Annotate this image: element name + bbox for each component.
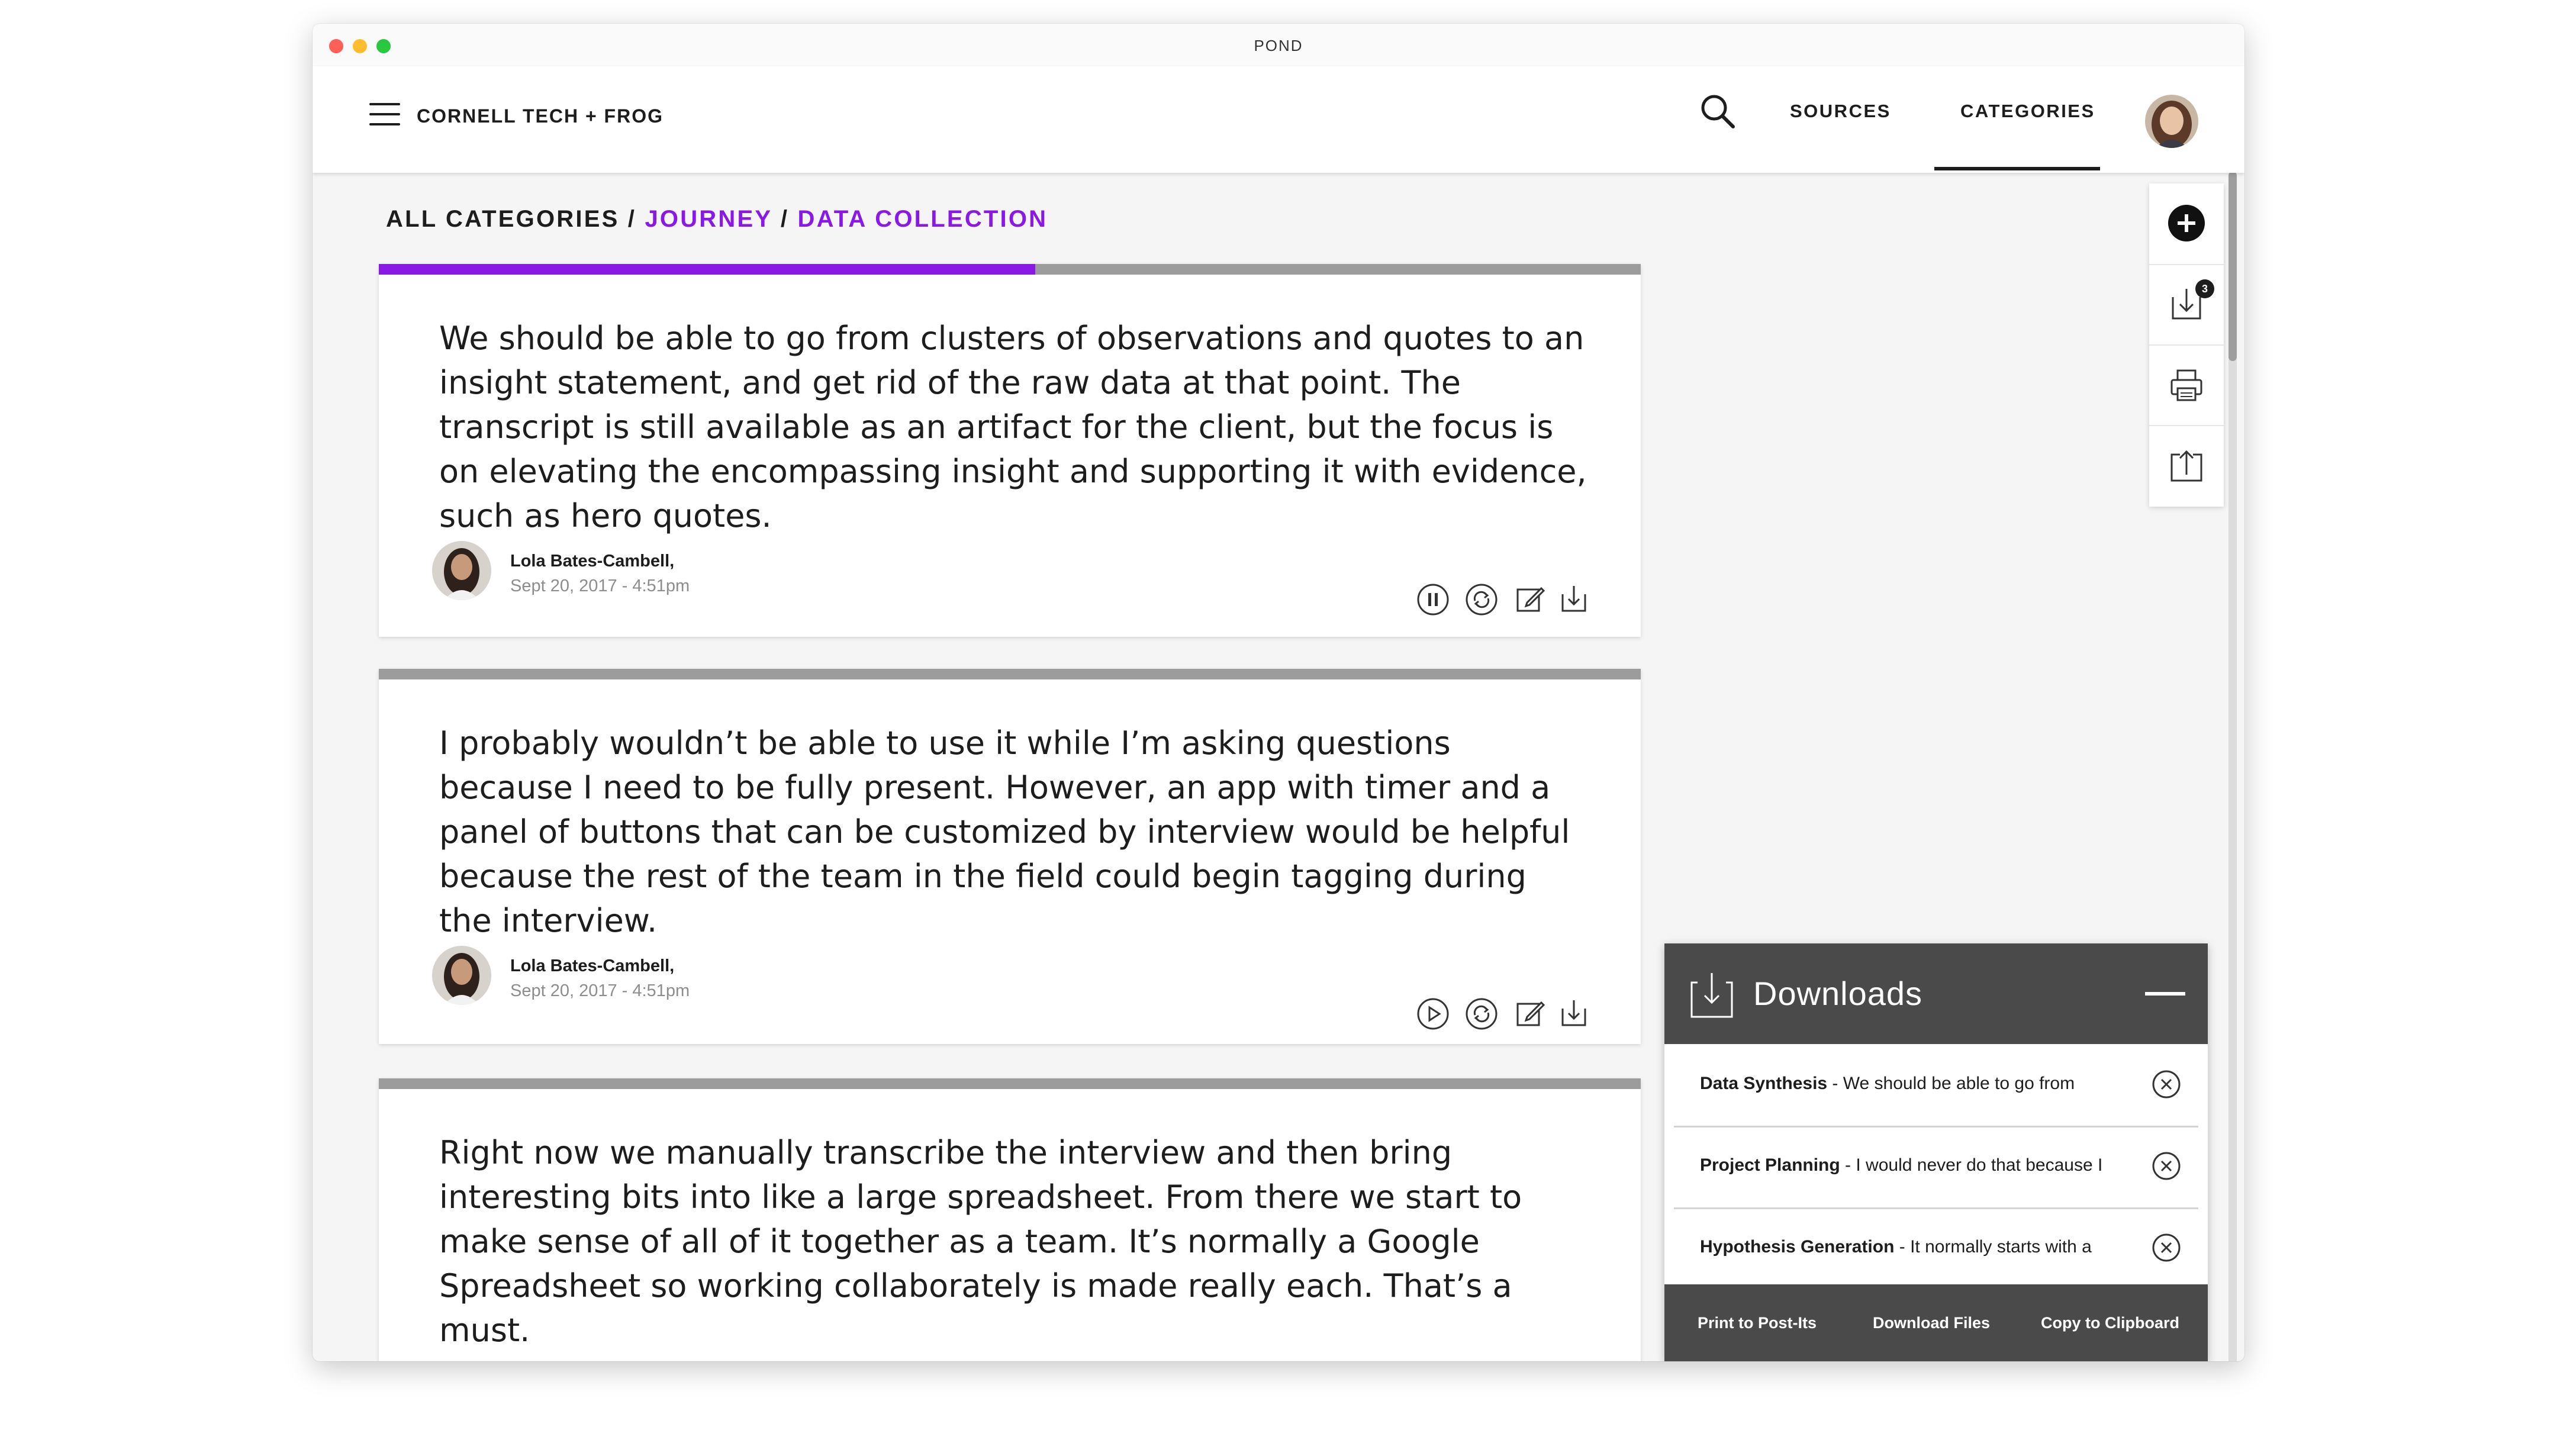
card-progress-track — [379, 1078, 1641, 1089]
download-item-label: Hypothesis Generation - It normally star… — [1700, 1237, 2092, 1257]
action-toolbar: 3 — [2149, 183, 2224, 507]
sync-icon[interactable] — [1463, 996, 1500, 1032]
download-icon — [1688, 969, 1735, 1023]
quote-card[interactable]: Right now we manually transcribe the int… — [379, 1078, 1641, 1361]
title-bar: POND — [313, 24, 2244, 67]
play-icon[interactable] — [1415, 996, 1451, 1032]
downloads-button[interactable]: 3 — [2149, 264, 2224, 346]
collapse-button[interactable] — [2145, 992, 2185, 996]
card-actions — [1415, 996, 1610, 1033]
download-item-label: Data Synthesis - We should be able to go… — [1700, 1074, 2075, 1093]
download-icon[interactable] — [1556, 581, 1592, 618]
download-files-button[interactable]: Download Files — [1873, 1314, 1990, 1332]
remove-icon[interactable] — [2151, 1069, 2182, 1100]
download-item-label: Project Planning - I would never do that… — [1700, 1155, 2103, 1175]
download-item[interactable]: Hypothesis Generation - It normally star… — [1674, 1207, 2198, 1289]
edit-icon[interactable] — [1512, 581, 1548, 618]
user-avatar[interactable] — [2145, 95, 2198, 148]
breadcrumb: ALL CATEGORIES / JOURNEY / DATA COLLECTI… — [386, 206, 1048, 233]
active-tab-indicator — [1934, 167, 2100, 170]
sync-icon[interactable] — [1463, 581, 1500, 618]
download-item[interactable]: Data Synthesis - We should be able to go… — [1674, 1044, 2198, 1128]
pause-icon[interactable] — [1415, 581, 1451, 618]
download-item[interactable]: Project Planning - I would never do that… — [1674, 1126, 2198, 1209]
edit-icon[interactable] — [1512, 996, 1548, 1032]
copy-to-clipboard-button[interactable]: Copy to Clipboard — [2041, 1314, 2179, 1332]
downloads-title: Downloads — [1753, 975, 1923, 1012]
quote-card[interactable]: We should be able to go from clusters of… — [379, 264, 1641, 637]
scrollbar-thumb[interactable] — [2228, 172, 2237, 361]
nav-categories[interactable]: CATEGORIES — [1960, 101, 2095, 122]
app-window: POND CORNELL TECH + FROG SOURCES CATEGOR… — [313, 24, 2244, 1361]
menu-icon[interactable] — [369, 103, 400, 127]
author-name: Lola Bates-Cambell, — [510, 552, 675, 571]
card-actions — [1415, 581, 1610, 619]
download-icon[interactable] — [1556, 996, 1592, 1032]
add-button[interactable] — [2149, 183, 2224, 264]
window-title: POND — [1254, 37, 1303, 54]
downloads-footer: Print to Post-Its Download Files Copy to… — [1664, 1284, 2208, 1361]
downloads-header: Downloads — [1664, 943, 2208, 1044]
download-count-badge: 3 — [2195, 279, 2214, 298]
breadcrumb-separator: / — [780, 206, 790, 232]
card-progress-track — [379, 669, 1641, 679]
card-progress-fill — [379, 264, 1035, 275]
share-button[interactable] — [2149, 425, 2224, 507]
breadcrumb-journey[interactable]: JOURNEY — [645, 206, 772, 232]
remove-icon[interactable] — [2151, 1232, 2182, 1263]
nav-sources[interactable]: SOURCES — [1790, 101, 1891, 122]
author-avatar — [432, 946, 491, 1005]
quote-date: Sept 20, 2017 - 4:51pm — [510, 576, 690, 595]
brand-name: CORNELL TECH + FROG — [417, 105, 664, 127]
remove-icon[interactable] — [2151, 1151, 2182, 1181]
quote-card[interactable]: I probably wouldn’t be able to use it wh… — [379, 669, 1641, 1044]
print-to-post-its-button[interactable]: Print to Post-Its — [1698, 1314, 1817, 1332]
quote-text: We should be able to go from clusters of… — [439, 320, 1587, 534]
quote-text: Right now we manually transcribe the int… — [439, 1134, 1522, 1349]
author-avatar — [432, 541, 491, 600]
breadcrumb-root[interactable]: ALL CATEGORIES — [386, 206, 619, 232]
quote-date: Sept 20, 2017 - 4:51pm — [510, 981, 690, 1000]
breadcrumb-data-collection[interactable]: DATA COLLECTION — [797, 206, 1048, 232]
downloads-panel: Downloads Data Synthesis - We should be … — [1664, 943, 2208, 1361]
app-header: CORNELL TECH + FROG SOURCES CATEGORIES — [313, 66, 2244, 173]
card-progress-track — [379, 264, 1641, 275]
print-button[interactable] — [2149, 344, 2224, 426]
search-icon[interactable] — [1698, 91, 1739, 133]
author-name: Lola Bates-Cambell, — [510, 956, 675, 975]
breadcrumb-separator: / — [627, 206, 637, 232]
quote-text: I probably wouldn’t be able to use it wh… — [439, 724, 1570, 939]
